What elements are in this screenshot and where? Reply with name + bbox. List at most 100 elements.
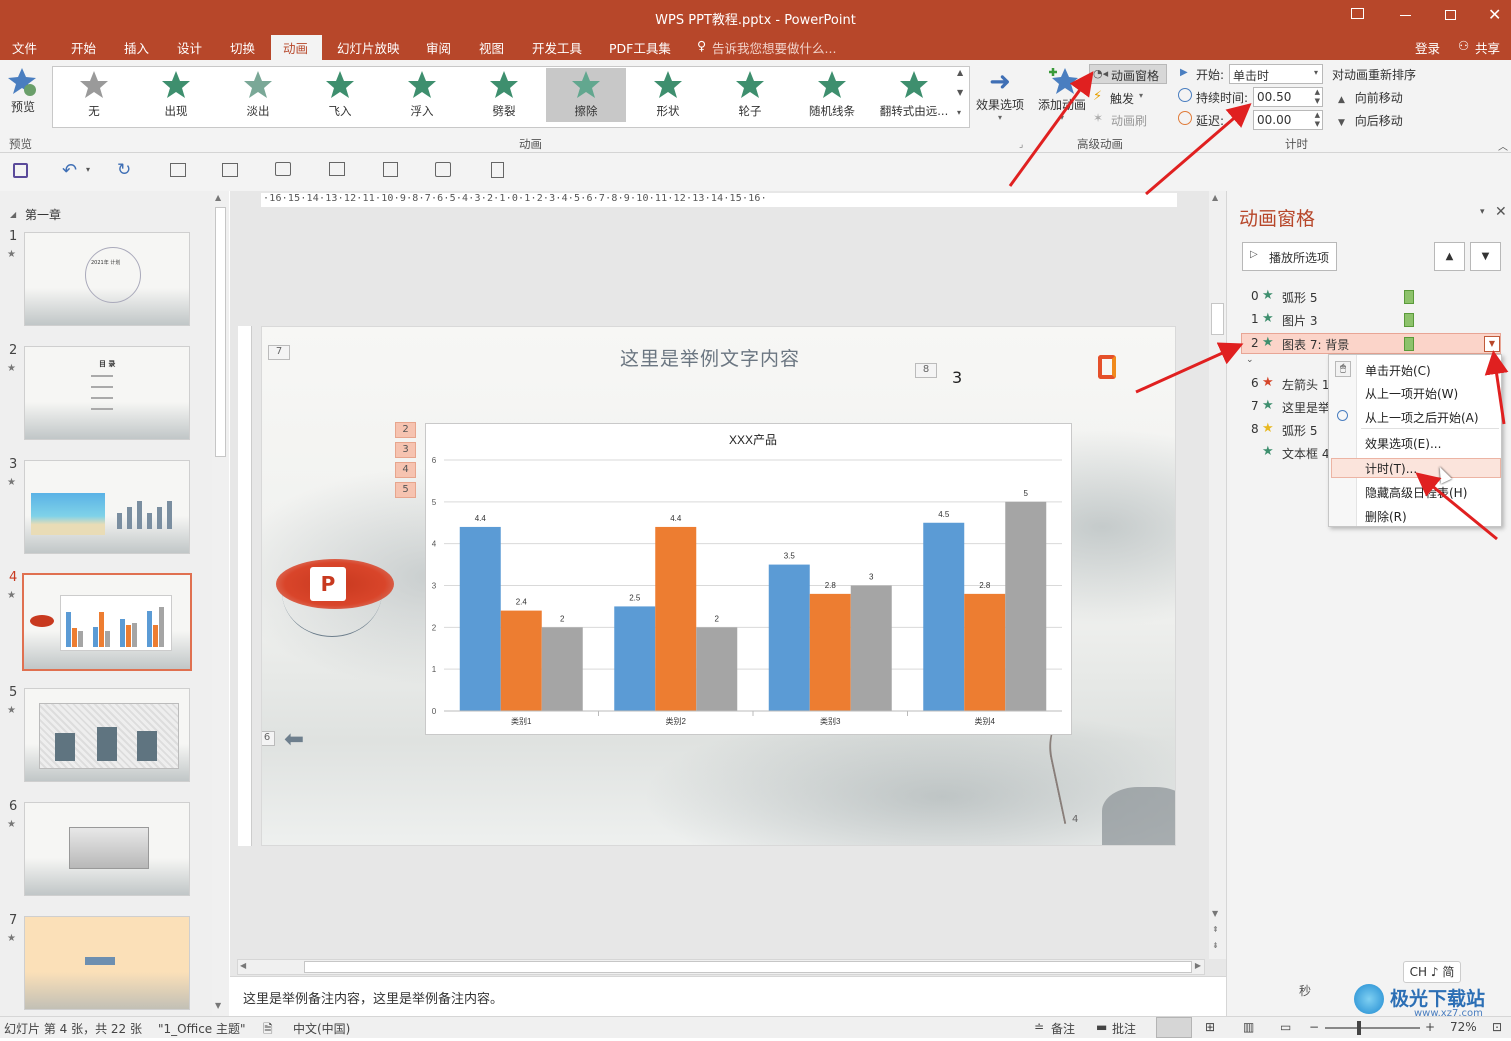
tell-me-search[interactable]: 告诉我您想要做什么...	[712, 38, 836, 57]
slide-thumbnail-2[interactable]: 目 录	[24, 346, 190, 440]
move-down-button[interactable]: ▼	[1470, 242, 1501, 271]
slide-thumbnail-6[interactable]	[24, 802, 190, 896]
tab-animations[interactable]: 动画	[283, 38, 308, 57]
maximize-icon[interactable]	[1445, 10, 1456, 20]
collapse-ribbon-icon[interactable]: ︿	[1498, 138, 1508, 153]
anim-pane-item[interactable]: 0 ★ 弧形 5	[1251, 288, 1451, 309]
zoom-slider-thumb[interactable]	[1357, 1021, 1361, 1035]
effect-options-button[interactable]: ➜ 效果选项 ▾	[974, 68, 1026, 128]
undo-dropdown-icon[interactable]: ▾	[86, 165, 90, 174]
move-later-button[interactable]: ▼ 向后移动	[1338, 112, 1418, 130]
sorter-view-icon[interactable]: ⊞	[1205, 1020, 1215, 1034]
zoom-in-icon[interactable]: +	[1425, 1020, 1435, 1034]
login-link[interactable]: 登录	[1415, 38, 1440, 57]
restore-ribbon-icon[interactable]	[1351, 8, 1364, 19]
pane-options-icon[interactable]: ▾	[1480, 207, 1485, 217]
context-menu-item-4[interactable]: 效果选项(E)...	[1365, 435, 1441, 452]
minimize-icon[interactable]	[1400, 15, 1411, 16]
gallery-scroll-up[interactable]: ▲	[957, 68, 969, 86]
trigger-button[interactable]: ⚡ 触发 ▾	[1093, 88, 1163, 108]
tab-home[interactable]: 开始	[71, 38, 96, 57]
slide-thumbnail-1[interactable]: 2021年 计划	[24, 232, 190, 326]
notes-toggle[interactable]: 备注	[1051, 1020, 1075, 1037]
slide-thumbnail-7[interactable]	[24, 916, 190, 1010]
context-menu-item-6[interactable]: 隐藏高级日程表(H)	[1365, 484, 1467, 501]
gallery-scroll-down[interactable]: ▼	[957, 88, 969, 106]
tab-design[interactable]: 设计	[177, 38, 202, 57]
thumb-scrollbar[interactable]: ▲ ▼	[212, 191, 229, 1016]
tab-view[interactable]: 视图	[479, 38, 504, 57]
animation-3-button[interactable]: 淡出	[218, 68, 298, 122]
tab-insert[interactable]: 插入	[124, 38, 149, 57]
dialog-launcher-icon[interactable]: ⌟	[1019, 140, 1023, 150]
slideshow-icon[interactable]	[275, 162, 291, 176]
fit-window-icon[interactable]: ⊡	[1492, 1020, 1502, 1034]
anim-pane-item[interactable]: 1 ★ 图片 3	[1251, 311, 1451, 332]
section-title[interactable]: 第一章	[25, 206, 61, 223]
layout-icon[interactable]	[222, 163, 238, 177]
tab-pdf-tools[interactable]: PDF工具集	[609, 38, 671, 57]
context-menu-item-1[interactable]: 单击开始(C)	[1365, 362, 1431, 379]
comments-toggle[interactable]: 批注	[1112, 1020, 1136, 1037]
normal-view-icon[interactable]	[1156, 1017, 1192, 1038]
slide-thumbnail-4[interactable]	[22, 573, 192, 671]
animation-7-button[interactable]: 擦除	[546, 68, 626, 122]
context-menu-item-7[interactable]: 删除(R)	[1365, 508, 1407, 525]
animation-painter-button[interactable]: ✶ 动画刷	[1093, 110, 1163, 130]
expand-chevron-icon[interactable]: ⌄	[1246, 355, 1254, 365]
animation-10-button[interactable]: 随机线条	[792, 68, 872, 122]
language[interactable]: 中文(中国)	[293, 1020, 350, 1037]
section-collapse-icon[interactable]: ◢	[10, 210, 16, 219]
animation-11-button[interactable]: 翻转式由远...	[874, 68, 954, 122]
animation-1-button[interactable]: 无	[54, 68, 134, 122]
notes-icon[interactable]: ≐	[1034, 1020, 1044, 1034]
check-icon[interactable]	[435, 162, 451, 177]
seconds-label[interactable]: 秒	[1299, 982, 1311, 999]
gallery-more[interactable]: ▾	[957, 108, 969, 126]
animation-4-button[interactable]: 飞入	[300, 68, 380, 122]
share-button[interactable]: 共享	[1475, 38, 1500, 57]
redo-icon[interactable]: ↻	[117, 160, 131, 180]
undo-icon[interactable]: ↶	[62, 160, 77, 181]
slide-thumbnail-3[interactable]	[24, 460, 190, 554]
arc-shape[interactable]	[282, 547, 382, 637]
delay-field[interactable]: 00.00 ▲ ▼	[1253, 110, 1323, 130]
h-scroll-handle[interactable]	[304, 961, 1192, 973]
tab-developer[interactable]: 开发工具	[532, 38, 582, 57]
vertical-scrollbar[interactable]: ▲ ▼ ⇞ ⇟	[1209, 191, 1226, 959]
play-selected-button[interactable]: ▷ 播放所选项	[1242, 242, 1337, 271]
document-icon[interactable]	[491, 162, 504, 178]
save-icon[interactable]	[13, 163, 28, 178]
animation-5-button[interactable]: 浮入	[382, 68, 462, 122]
zoom-level[interactable]: 72%	[1450, 1020, 1477, 1034]
animation-9-button[interactable]: 轮子	[710, 68, 790, 122]
editor-scroll-handle[interactable]	[1211, 303, 1224, 335]
anim-pane-item[interactable]: 2 ★ 图表 7: 背景	[1251, 335, 1451, 356]
notes-pane[interactable]: 这里是举例备注内容，这里是举例备注内容。	[230, 976, 1226, 1016]
tab-file[interactable]: 文件	[12, 38, 37, 57]
thumb-scroll-handle[interactable]	[215, 207, 226, 457]
duration-field[interactable]: 00.50 ▲ ▼	[1253, 87, 1323, 107]
item-dropdown-button[interactable]: ▼	[1484, 336, 1500, 352]
horizontal-scrollbar[interactable]: ◀ ▶	[237, 959, 1205, 975]
start-select[interactable]: 单击时 ▾	[1229, 64, 1323, 84]
tab-transitions[interactable]: 切换	[230, 38, 255, 57]
print-preview-icon[interactable]	[383, 162, 398, 177]
move-earlier-button[interactable]: ▲ 向前移动	[1338, 89, 1418, 107]
add-animation-button[interactable]: 添加动画 ▾	[1036, 66, 1088, 130]
comments-icon[interactable]: ▬	[1096, 1020, 1107, 1034]
slide-number-text[interactable]: 3	[952, 368, 962, 387]
tab-slideshow[interactable]: 幻灯片放映	[337, 38, 400, 57]
chart-object[interactable]: XXX产品 0 1 2 3 4 5 6 4.4 2.4 2 类别1 2.5 4.4 2 类别2 3.5 2.8 3 类…	[425, 423, 1072, 735]
slide-thumbnail-5[interactable]	[24, 688, 190, 782]
context-menu-item-5[interactable]: 计时(T)...	[1365, 460, 1417, 477]
ime-indicator[interactable]: CH ♪ 简	[1403, 961, 1461, 983]
spin-icon[interactable]: ▲ ▼	[1315, 111, 1320, 129]
preview-button[interactable]: 预览	[4, 66, 42, 126]
slideshow-view-icon[interactable]: ▭	[1280, 1020, 1291, 1034]
slide-title[interactable]: 这里是举例文字内容	[620, 344, 800, 371]
spin-icon[interactable]: ▲ ▼	[1315, 88, 1320, 106]
animation-2-button[interactable]: 出现	[136, 68, 216, 122]
animation-8-button[interactable]: 形状	[628, 68, 708, 122]
animation-6-button[interactable]: 劈裂	[464, 68, 544, 122]
